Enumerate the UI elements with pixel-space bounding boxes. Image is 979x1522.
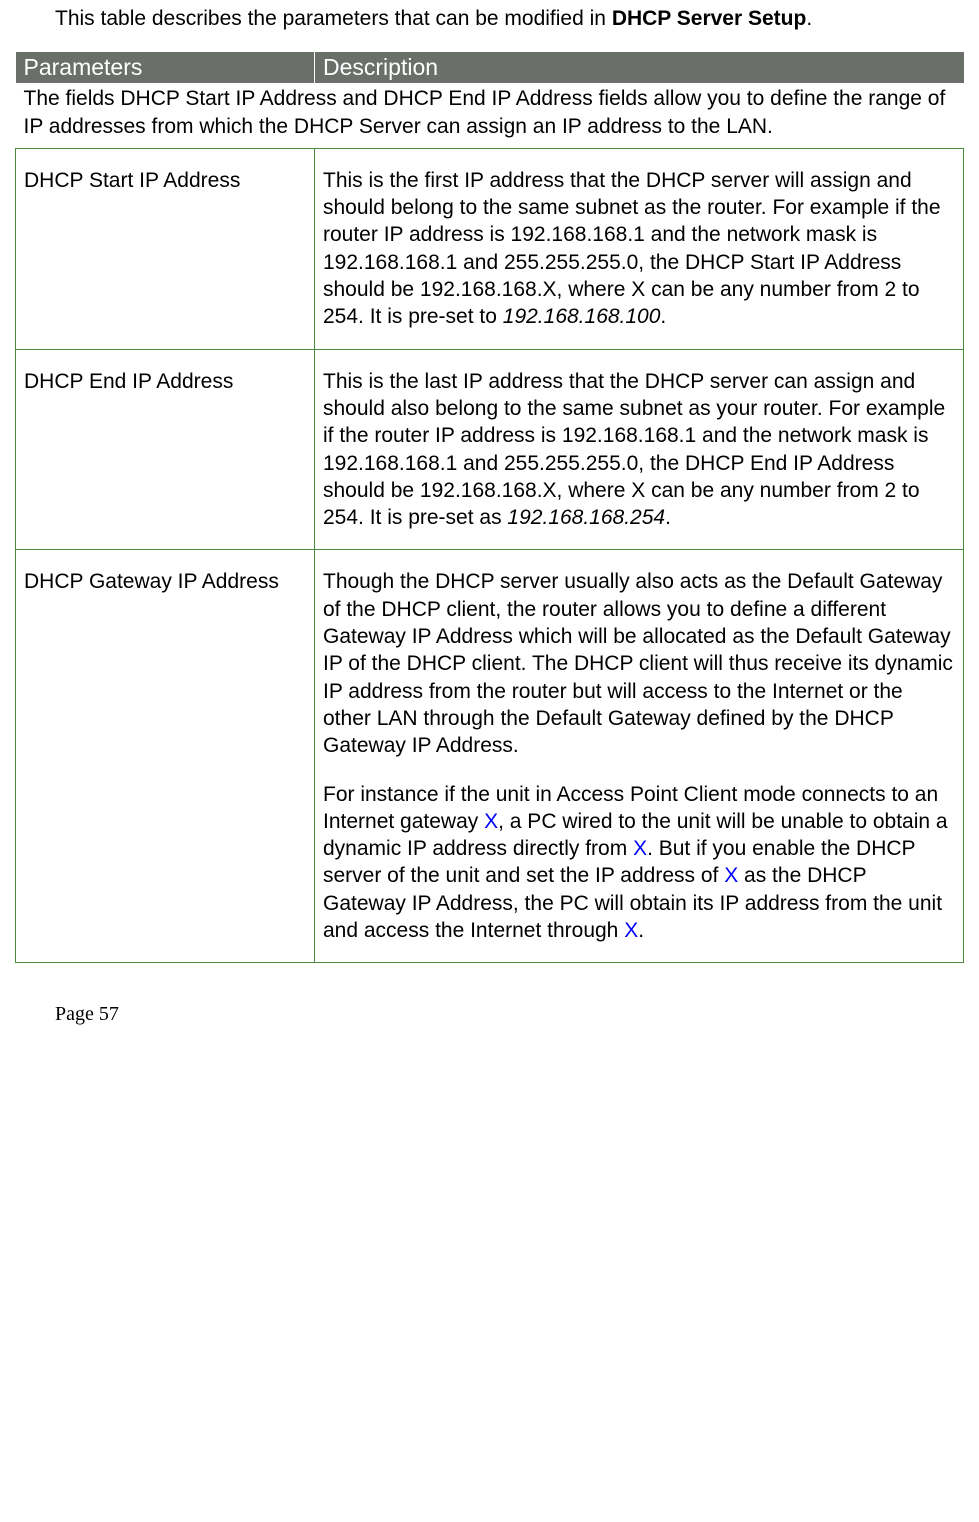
- header-parameters: Parameters: [16, 52, 315, 83]
- intro-text-before: This table describes the parameters that…: [55, 7, 612, 30]
- param-dhcp-end: DHCP End IP Address: [16, 349, 315, 550]
- page-number: Page 57: [55, 1003, 964, 1026]
- desc-dhcp-gateway: Though the DHCP server usually also acts…: [315, 550, 964, 963]
- intro-bold: DHCP Server Setup: [612, 7, 807, 30]
- span-row-text: The fields DHCP Start IP Address and DHC…: [16, 83, 964, 148]
- table-row: DHCP Start IP Address This is the first …: [16, 148, 964, 349]
- table-span-row: The fields DHCP Start IP Address and DHC…: [16, 83, 964, 148]
- header-description: Description: [315, 52, 964, 83]
- intro-paragraph: This table describes the parameters that…: [55, 5, 924, 32]
- table-row: DHCP End IP Address This is the last IP …: [16, 349, 964, 550]
- param-dhcp-start: DHCP Start IP Address: [16, 148, 315, 349]
- desc-dhcp-end: This is the last IP address that the DHC…: [315, 349, 964, 550]
- table-row: DHCP Gateway IP Address Though the DHCP …: [16, 550, 964, 963]
- desc-dhcp-start: This is the first IP address that the DH…: [315, 148, 964, 349]
- intro-text-after: .: [806, 7, 812, 30]
- param-dhcp-gateway: DHCP Gateway IP Address: [16, 550, 315, 963]
- parameters-table: Parameters Description The fields DHCP S…: [15, 52, 964, 963]
